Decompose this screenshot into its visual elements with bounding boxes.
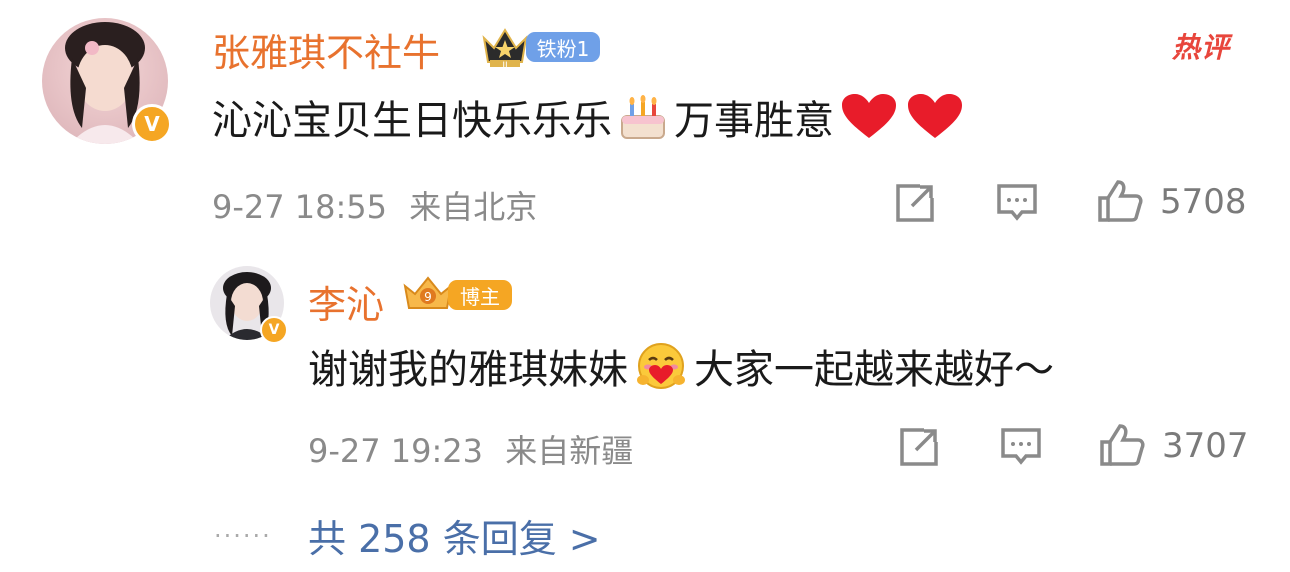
cake-emoji-icon (621, 95, 665, 139)
reply-text: 谢谢我的雅琪妹妹 大家一起越来越好～ (308, 340, 1054, 393)
commenter-username[interactable]: 张雅琪不社牛 (212, 22, 440, 77)
reply-meta: 9-27 19:23 来自新疆 (308, 426, 633, 472)
like-icon[interactable] (1096, 178, 1144, 224)
reply-date: 9-27 19:23 (308, 432, 484, 470)
comment-text-part2: 万事胜意 (674, 98, 834, 144)
comment-meta: 9-27 18:55 来自北京 (212, 182, 537, 228)
red-heart-icon (908, 94, 962, 138)
fan-level-badge: 铁粉1 (526, 32, 600, 62)
more-replies-dots: ...... (214, 515, 272, 543)
comment-text-part1: 沁沁宝贝生日快乐乐乐 (212, 98, 612, 144)
comment-like-count: 5708 (1160, 182, 1247, 222)
repost-icon[interactable] (894, 182, 936, 224)
hugging-face-emoji-icon (637, 343, 685, 389)
red-heart-icon (842, 94, 896, 138)
reply-text-part1: 谢谢我的雅琪妹妹 (308, 347, 628, 393)
reply-text-part2: 大家一起越来越好～ (694, 347, 1054, 393)
svg-text:9: 9 (424, 290, 432, 304)
reply-like-count: 3707 (1162, 426, 1249, 466)
comment-location: 来自北京 (409, 188, 538, 226)
more-replies-link[interactable]: 共 258 条回复 > (308, 508, 601, 563)
hot-comment-badge: 热评 (1172, 31, 1231, 64)
role-badge: 博主 (448, 280, 512, 310)
like-icon[interactable] (1098, 422, 1146, 468)
comment-date: 9-27 18:55 (212, 188, 388, 226)
svg-text:II: II (502, 61, 507, 70)
verified-badge-icon: V (132, 104, 172, 144)
replier-username[interactable]: 李沁 (308, 274, 384, 329)
reply-location: 来自新疆 (505, 432, 634, 470)
comment-icon[interactable] (996, 182, 1038, 224)
comment-text: 沁沁宝贝生日快乐乐乐 万事胜意 (212, 92, 964, 144)
crown-icon: II (482, 28, 528, 70)
verified-badge-icon: V (260, 316, 288, 344)
repost-icon[interactable] (898, 426, 940, 468)
crown-icon: 9 (403, 276, 453, 309)
comment-icon[interactable] (1000, 426, 1042, 468)
